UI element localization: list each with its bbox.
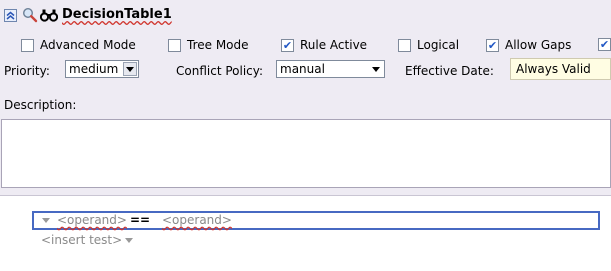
advanced-mode-checkbox[interactable]: Advanced Mode (21, 38, 136, 52)
left-operand[interactable]: <operand> (57, 213, 127, 227)
checkbox-box-checked[interactable]: ✔ (281, 38, 294, 52)
right-operand[interactable]: <operand> (162, 213, 232, 227)
tree-mode-checkbox[interactable]: Tree Mode (168, 38, 249, 52)
priority-select[interactable]: medium (65, 60, 139, 78)
operator[interactable]: == (130, 213, 150, 227)
dropdown-arrow-icon[interactable] (123, 62, 137, 76)
extra-checkbox[interactable]: ✔ (598, 38, 611, 51)
test-expression-row[interactable]: <operand> == <operand> (32, 211, 600, 230)
advanced-mode-label-text: Advanced Mode (40, 38, 136, 52)
checkbox-box-checked[interactable]: ✔ (598, 38, 611, 51)
advanced-mode-label: Advanced Mode (40, 38, 136, 52)
allow-gaps-checkbox[interactable]: ✔ Allow Gaps (486, 38, 571, 52)
conflict-policy-label: Conflict Policy: (176, 64, 264, 78)
logical-checkbox[interactable]: Logical (398, 38, 459, 52)
collapse-icon[interactable] (4, 9, 17, 22)
insert-test-menu-arrow-icon[interactable] (125, 238, 133, 243)
tree-mode-label: Tree Mode (187, 38, 249, 52)
checkbox-box[interactable] (398, 38, 411, 52)
logical-label: Logical (417, 38, 460, 52)
rule-active-label: Rule Active (300, 38, 368, 52)
rule-properties-panel: DecisionTable1 Advanced Mode Tree Mode ✔… (0, 0, 611, 196)
insert-test-link[interactable]: <insert test> (41, 233, 122, 247)
checkbox-box[interactable] (21, 38, 34, 52)
checkbox-box-checked[interactable]: ✔ (486, 38, 499, 52)
checkbox-box[interactable] (168, 38, 181, 52)
effective-date-field[interactable]: Always Valid (510, 58, 611, 80)
dropdown-arrow-icon[interactable] (369, 62, 383, 76)
search-icon[interactable] (22, 7, 38, 23)
priority-label: Priority: (4, 64, 50, 78)
description-textarea[interactable] (1, 119, 611, 188)
conflict-policy-value: manual (280, 62, 325, 76)
rule-title: DecisionTable1 (62, 7, 172, 22)
rule-active-checkbox[interactable]: ✔ Rule Active (281, 38, 367, 52)
conflict-policy-select[interactable]: manual (276, 60, 385, 78)
priority-value: medium (69, 62, 119, 76)
effective-date-label: Effective Date: (405, 64, 494, 78)
expression-menu-arrow-icon[interactable] (42, 218, 50, 223)
description-label: Description: (4, 98, 77, 112)
binoculars-icon[interactable] (40, 8, 58, 22)
allow-gaps-label: Allow Gaps (505, 38, 572, 52)
